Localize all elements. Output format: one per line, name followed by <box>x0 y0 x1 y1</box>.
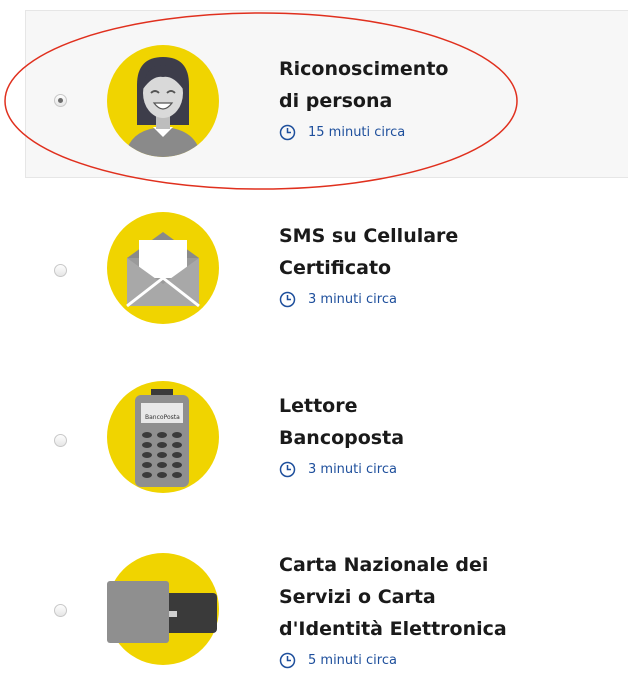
radio-selected-dot <box>58 98 63 103</box>
option-title-lettore: Lettore Bancoposta <box>279 395 405 449</box>
device-label: BancoPosta <box>145 414 180 421</box>
option-title-carta: Carta Nazionale dei Servizi o Carta d'Id… <box>279 554 507 640</box>
card-reader-icon: BancoPosta <box>107 381 219 493</box>
clock-icon <box>279 652 296 669</box>
time-estimate-sms: 3 minuti circa <box>279 291 397 308</box>
identification-method-list: Riconoscimento di persona 15 minuti circ… <box>0 0 628 673</box>
option-title-riconoscimento: Riconoscimento di persona <box>279 58 449 112</box>
time-estimate-lettore: 3 minuti circa <box>279 461 397 478</box>
clock-icon <box>279 124 296 141</box>
smart-card-icon <box>107 553 219 665</box>
time-estimate-riconoscimento: 15 minuti circa <box>279 124 405 141</box>
envelope-icon <box>107 212 219 324</box>
radio-sms-cellulare-certificato[interactable] <box>54 264 67 277</box>
time-estimate-carta: 5 minuti circa <box>279 652 397 669</box>
person-face-icon <box>107 45 219 157</box>
radio-lettore-bancoposta[interactable] <box>54 434 67 447</box>
radio-carta-nazionale-servizi[interactable] <box>54 604 67 617</box>
clock-icon <box>279 291 296 308</box>
clock-icon <box>279 461 296 478</box>
radio-riconoscimento-di-persona[interactable] <box>54 94 67 107</box>
option-title-sms: SMS su Cellulare Certificato <box>279 225 459 279</box>
